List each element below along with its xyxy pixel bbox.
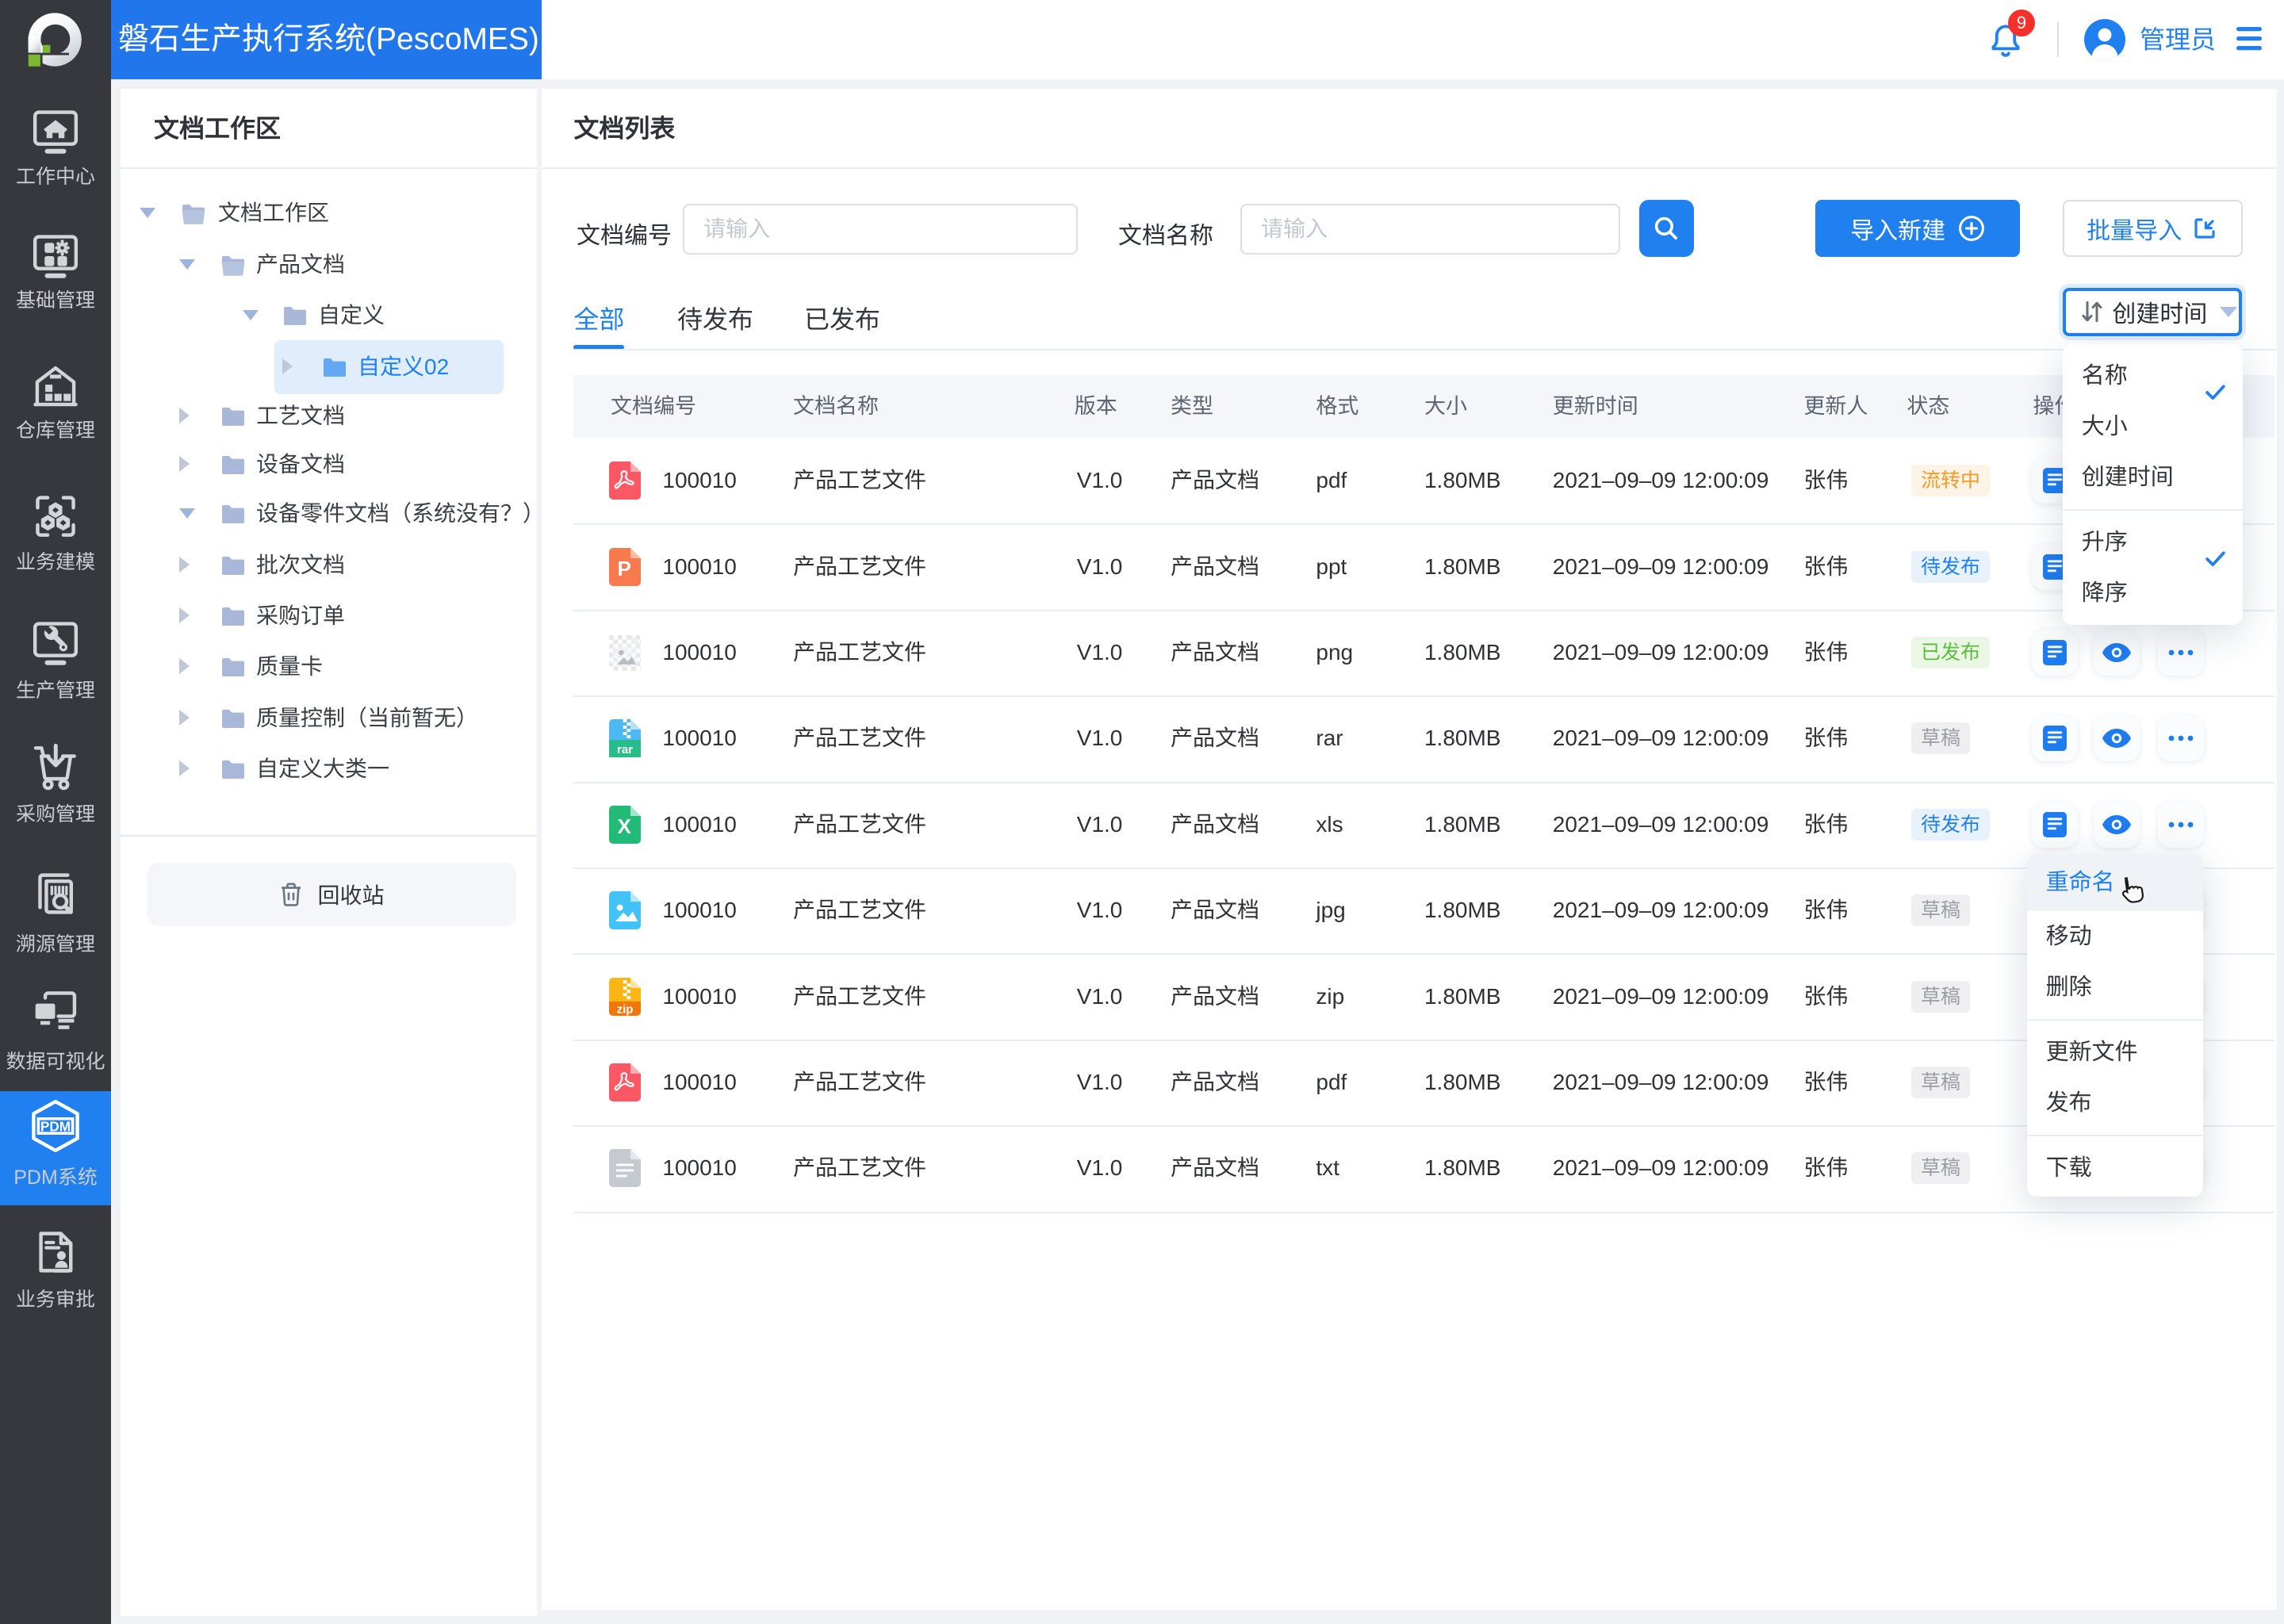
svg-text:P: P — [618, 557, 631, 580]
svg-text:PDM: PDM — [40, 1119, 71, 1135]
svg-text:rar: rar — [617, 744, 633, 757]
svg-text:zip: zip — [617, 1002, 634, 1015]
svg-text:X: X — [618, 814, 632, 838]
